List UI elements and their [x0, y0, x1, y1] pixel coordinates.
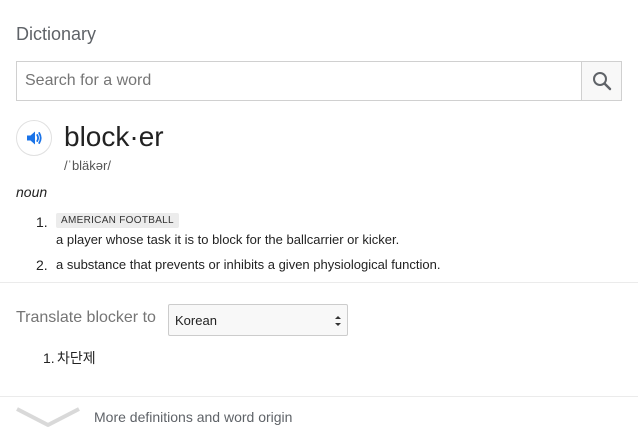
search-icon	[592, 72, 611, 91]
search-input[interactable]	[17, 62, 581, 100]
part-of-speech: noun	[16, 184, 48, 200]
more-definitions-button[interactable]: More definitions and word origin	[0, 397, 638, 437]
search-button[interactable]	[581, 62, 621, 100]
dictionary-title: Dictionary	[16, 24, 97, 44]
speaker-icon	[27, 131, 42, 145]
pronunciation-button[interactable]	[16, 120, 52, 156]
translation-text: 차단제	[57, 350, 96, 366]
section-divider	[0, 282, 638, 283]
definition-text: a player whose task it is to block for t…	[56, 232, 400, 247]
phonetic-spelling: /ˈbläkər/	[64, 158, 111, 173]
more-definitions-label: More definitions and word origin	[94, 409, 293, 425]
translation-number: 1.	[43, 350, 55, 366]
language-select-value: Korean	[175, 312, 217, 328]
language-select[interactable]: Korean	[168, 304, 348, 336]
headword: block·er	[64, 121, 164, 152]
chevron-down-icon	[16, 407, 80, 427]
dictionary-card: Dictionary block·er /ˈbläkər/ noun 1. AM…	[0, 0, 638, 437]
definition-number: 2.	[36, 257, 48, 273]
select-arrows-icon	[335, 316, 341, 326]
domain-tag: AMERICAN FOOTBALL	[56, 213, 179, 228]
translate-label: Translate blocker to	[16, 309, 156, 326]
definition-text: a substance that prevents or inhibits a …	[56, 257, 441, 272]
search-box	[16, 61, 622, 101]
definition-number: 1.	[36, 214, 48, 230]
